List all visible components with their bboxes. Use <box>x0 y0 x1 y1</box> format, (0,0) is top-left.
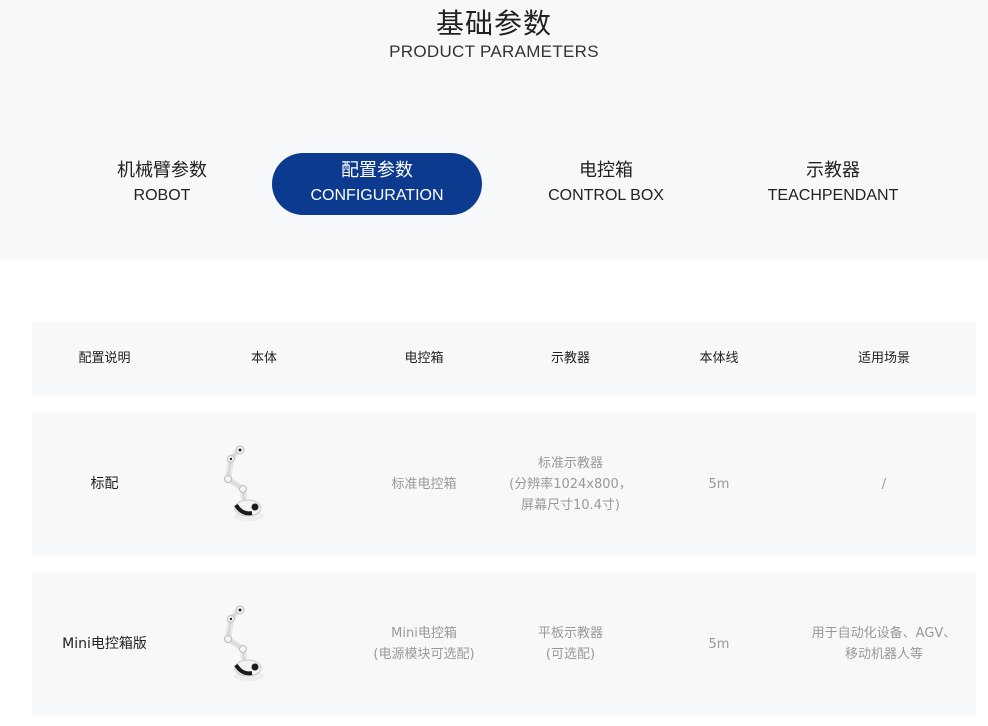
cable-length: 5m <box>708 476 730 492</box>
table-header: 配置说明 本体 电控箱 示教器 本体线 适用场景 <box>32 321 976 396</box>
column-header: 电控箱 <box>404 351 444 366</box>
scenario-cell: / <box>794 412 974 556</box>
column-header: 本体 <box>250 351 277 366</box>
robot-arm-icon <box>224 605 264 681</box>
tab-label-en: TEACHPENDANT <box>767 187 899 204</box>
robot-arm-image <box>194 412 294 556</box>
tab-configuration[interactable]: 配置参数 CONFIGURATION <box>272 153 482 215</box>
page-title: 基础参数 <box>435 7 552 40</box>
control-box-text: (电源模块可选配) <box>373 647 475 662</box>
column-header: 本体线 <box>699 351 739 366</box>
teach-pendant-text: 屏幕尺寸10.4寸) <box>520 497 620 513</box>
column-header: 配置说明 <box>78 351 131 366</box>
scenario-text: 移动机器人等 <box>844 647 923 662</box>
tab-label-cn: 配置参数 <box>341 160 413 181</box>
teach-pendant-text: 平板示教器 <box>537 626 603 641</box>
table-row: Mini电控箱版 Mini电控箱 (电源模块可选配) 平板示教器 (可选配) 5… <box>32 572 976 716</box>
tab-label-en: CONTROL BOX <box>548 187 664 204</box>
control-box-cell: 标准电控箱 <box>344 412 504 556</box>
table-row: 标配 标准电控箱 标准示教器 (分辨率1024x800， 屏幕尺寸10.4寸) … <box>32 412 976 556</box>
column-header: 适用场景 <box>857 351 910 366</box>
scenario-text: / <box>881 476 887 492</box>
tab-label-en: CONFIGURATION <box>310 187 444 204</box>
tab-teach-pendant[interactable]: 示教器 TEACHPENDANT <box>722 153 944 215</box>
control-box-text: Mini电控箱 <box>391 626 457 641</box>
teach-pendant-text: (可选配) <box>545 647 596 662</box>
tab-control-box[interactable]: 电控箱 CONTROL BOX <box>496 153 716 215</box>
teach-pendant-cell: 平板示教器 (可选配) <box>498 572 643 716</box>
config-name: 标配 <box>90 475 119 492</box>
tab-label-cn: 机械臂参数 <box>117 160 207 181</box>
robot-arm-icon <box>224 445 264 521</box>
cable-length: 5m <box>708 636 730 652</box>
teach-pendant-cell: 标准示教器 (分辨率1024x800， 屏幕尺寸10.4寸) <box>498 412 643 556</box>
robot-arm-image <box>194 572 294 716</box>
config-name: Mini电控箱版 <box>62 635 147 652</box>
teach-pendant-text: (分辨率1024x800， <box>509 476 632 492</box>
control-box-text: 标准电控箱 <box>391 476 457 492</box>
tab-label-cn: 示教器 <box>806 160 860 181</box>
control-box-cell: Mini电控箱 (电源模块可选配) <box>344 572 504 716</box>
page-subtitle: PRODUCT PARAMETERS <box>389 42 599 61</box>
tab-robot[interactable]: 机械臂参数 ROBOT <box>52 153 272 215</box>
scenario-text: 用于自动化设备、AGV、 <box>811 626 957 641</box>
tab-label-en: ROBOT <box>133 187 191 204</box>
scenario-cell: 用于自动化设备、AGV、 移动机器人等 <box>794 572 974 716</box>
column-header: 示教器 <box>550 351 590 366</box>
tab-label-cn: 电控箱 <box>579 160 633 181</box>
teach-pendant-text: 标准示教器 <box>537 455 603 471</box>
